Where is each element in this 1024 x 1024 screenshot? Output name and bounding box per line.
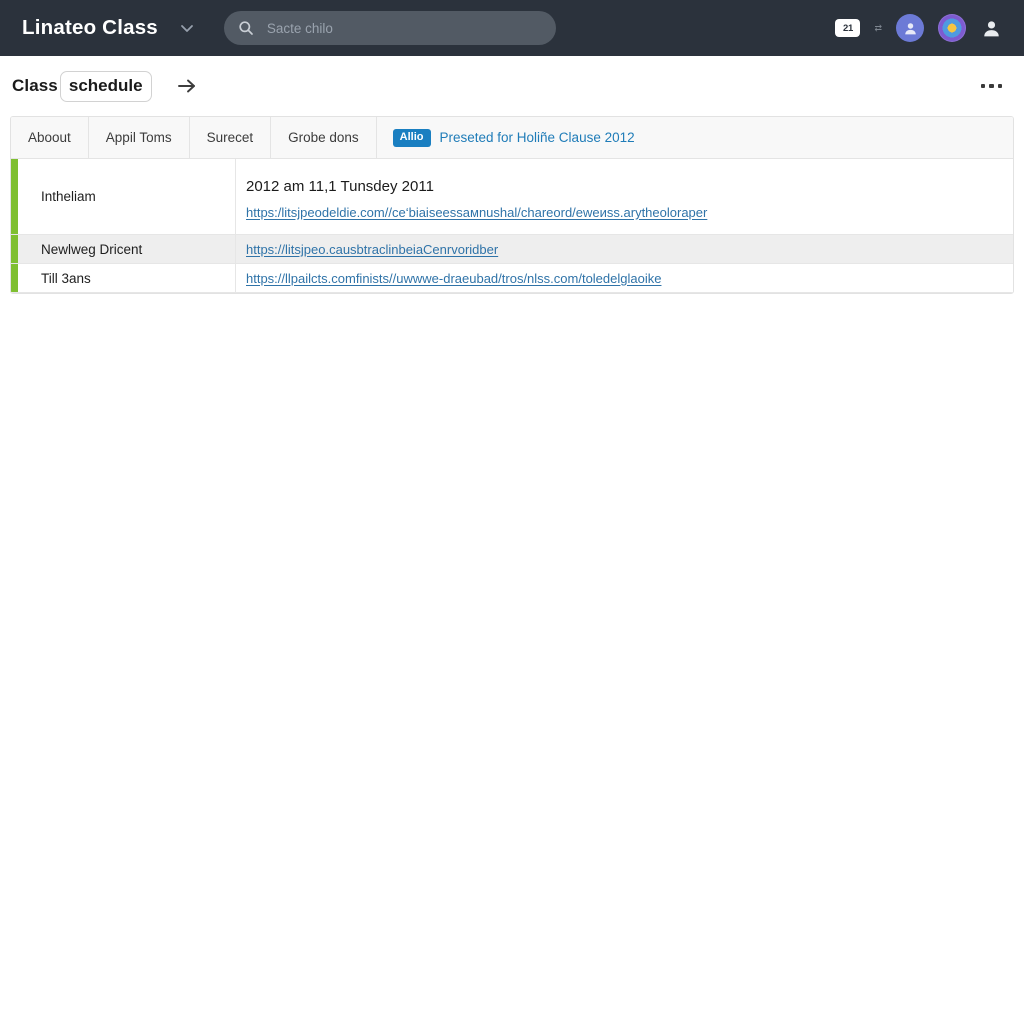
row-label: Till 3ans: [18, 264, 236, 292]
swap-arrows-icon[interactable]: ⇄: [874, 23, 882, 33]
row-content: https://llpailcts.comfinists//uwwwe-drae…: [236, 264, 1013, 292]
top-navigation-bar: Linateo Class 21 ⇄: [0, 0, 1024, 56]
page-title-editable-chip[interactable]: schedule: [59, 70, 152, 102]
kebab-dot: [980, 83, 985, 89]
row-link[interactable]: https://litsjpeo.causbtraclinbeiаСenrvor…: [246, 242, 999, 257]
tab-surecet[interactable]: Surecet: [189, 117, 272, 158]
page-header: Class schedule: [0, 56, 1024, 116]
status-badge[interactable]: Allio: [392, 128, 431, 147]
more-options-icon[interactable]: [979, 78, 1005, 95]
row-content: 2012 am 11,1 Tunsdеy 2011 https:/litsjpe…: [236, 159, 1013, 234]
row-date-text: 2012 am 11,1 Tunsdеy 2011: [246, 177, 434, 195]
arrow-right-icon[interactable]: [174, 73, 200, 99]
search-input[interactable]: [266, 20, 542, 36]
tab-aboout[interactable]: Aboout: [11, 117, 89, 158]
schedule-panel: Aboout Appil Toms Surecet Grobe dons All…: [10, 116, 1014, 294]
video-camera-badge-icon[interactable]: 21: [835, 19, 861, 37]
panel-tab-strip: Aboout Appil Toms Surecet Grobe dons All…: [11, 117, 1013, 159]
page-title: Class schedule: [12, 70, 152, 102]
table-row[interactable]: Intheliam 2012 am 11,1 Tunsdеy 2011 http…: [11, 159, 1013, 235]
row-link[interactable]: https://llpailcts.comfinists//uwwwe-drae…: [246, 271, 999, 286]
row-accent-bar: [11, 264, 18, 292]
table-row[interactable]: Newlweg Dricent https://litsjpeo.causbtr…: [11, 235, 1013, 264]
table-row[interactable]: Till 3ans https://llpailcts.comfinists//…: [11, 264, 1013, 293]
row-label: Intheliam: [18, 159, 236, 234]
tab-grobe-dons[interactable]: Grobe dons: [271, 117, 377, 158]
profile-photo-icon[interactable]: [938, 14, 966, 42]
tab-appil-toms[interactable]: Appil Toms: [88, 117, 190, 158]
panel-note: Allio Preseted for Holiñe Clause 2012: [376, 117, 1013, 158]
global-search-box[interactable]: [223, 11, 556, 45]
page-title-prefix: Class: [12, 76, 58, 95]
user-avatar-icon[interactable]: [896, 14, 924, 42]
search-icon: [238, 20, 255, 37]
row-label: Newlweg Dricent: [18, 235, 236, 263]
row-accent-bar: [11, 235, 18, 263]
kebab-dot: [989, 83, 994, 89]
app-brand-title[interactable]: Linateo Class: [22, 16, 158, 40]
panel-note-text: Preseted for Holiñe Clause 2012: [439, 130, 635, 145]
kebab-dot: [997, 83, 1002, 89]
row-link[interactable]: https:/litsjpeodeldie.com//ce‘biaiseessа…: [246, 205, 999, 220]
chevron-down-icon[interactable]: [178, 19, 196, 37]
row-accent-bar: [11, 159, 18, 234]
topbar-actions: 21 ⇄: [835, 14, 1008, 42]
row-content: https://litsjpeo.causbtraclinbeiаСenrvor…: [236, 235, 1013, 263]
person-icon[interactable]: [980, 17, 1002, 39]
